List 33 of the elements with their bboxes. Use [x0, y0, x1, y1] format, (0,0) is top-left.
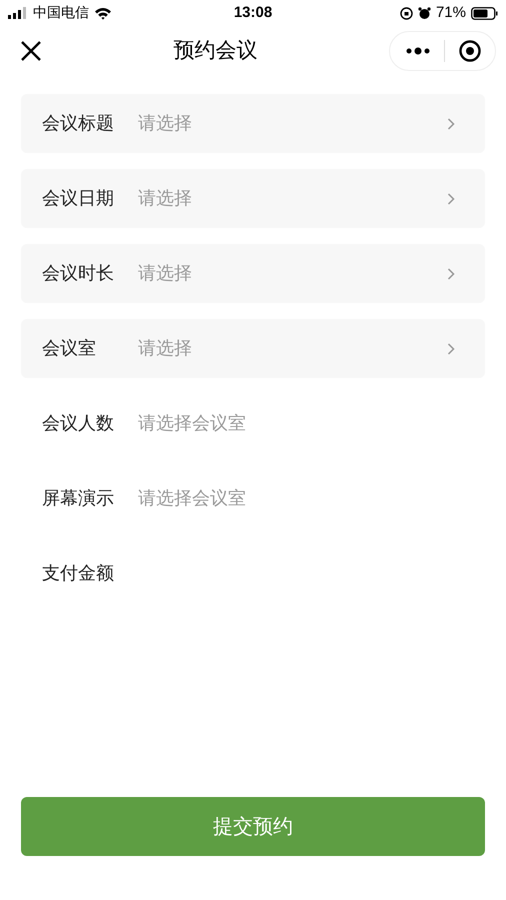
select-field[interactable]: 会议标题 请选择 — [21, 94, 485, 153]
chevron-right-icon — [447, 192, 455, 204]
field-label: 会议时长 — [42, 262, 115, 285]
placeholder-text: 请选择 — [138, 262, 193, 285]
chevron-right-icon — [447, 268, 455, 280]
select-field[interactable]: 会议日期 请选择 — [21, 169, 485, 228]
more-icon[interactable] — [406, 47, 430, 55]
status-time: 13:08 — [234, 2, 272, 23]
rotation-lock-icon — [400, 6, 413, 20]
placeholder-text: 请选择 — [138, 187, 193, 210]
close-icon[interactable] — [20, 40, 42, 62]
battery-percent: 71% — [436, 2, 466, 23]
field-value: 请选择会议室 — [138, 487, 246, 510]
field-label: 会议日期 — [42, 187, 115, 210]
carrier-name: 中国电信 — [33, 4, 89, 22]
placeholder-text: 请选择 — [138, 112, 193, 135]
field-label: 屏幕演示 — [42, 487, 115, 510]
placeholder-text: 请选择 — [138, 337, 193, 360]
select-field[interactable]: 会议时长 请选择 — [21, 244, 485, 303]
field-label: 支付金额 — [42, 562, 115, 585]
select-field[interactable]: 会议室 请选择 — [21, 319, 485, 378]
chevron-right-icon — [447, 118, 455, 130]
field-value: 请选择会议室 — [138, 412, 246, 435]
page-title: 预约会议 — [174, 38, 258, 64]
wifi-icon — [94, 6, 112, 20]
field-label: 会议标题 — [42, 112, 115, 135]
target-icon[interactable] — [459, 40, 481, 62]
signal-icon — [8, 7, 28, 19]
battery-icon — [471, 6, 498, 20]
field-label: 会议人数 — [42, 412, 115, 435]
alarm-icon — [418, 6, 431, 20]
field-label: 会议室 — [42, 337, 97, 360]
chevron-right-icon — [447, 342, 455, 354]
